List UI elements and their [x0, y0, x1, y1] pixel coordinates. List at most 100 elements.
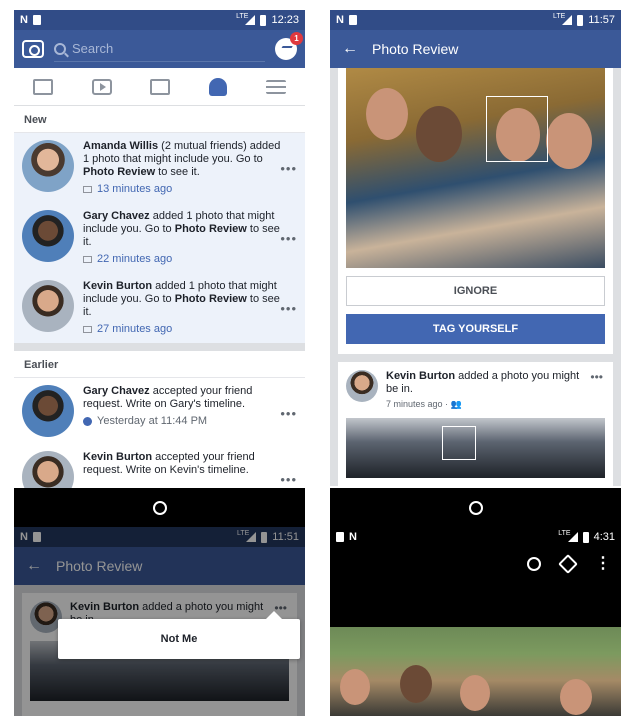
back-arrow-icon[interactable]: ← — [342, 40, 358, 58]
face — [400, 665, 432, 703]
photo-review-link: Photo Review — [174, 223, 247, 235]
status-bar: N LTE 12:23 — [14, 10, 305, 30]
face-tag-box[interactable] — [486, 96, 548, 162]
more-options-icon[interactable]: ••• — [280, 301, 297, 316]
menu-icon[interactable] — [265, 79, 286, 94]
section-earlier-label: Earlier — [14, 351, 305, 378]
news-feed-icon[interactable] — [33, 78, 54, 95]
post-time: 7 minutes ago — [386, 399, 443, 409]
group-photo — [346, 68, 605, 268]
mutual-friends: (2 mutual friends) — [158, 140, 247, 152]
clock: 4:31 — [593, 531, 615, 543]
clock: 11:57 — [588, 14, 615, 26]
photo-viewer-screen: N LTE 4:31 ⋮ — [330, 527, 621, 716]
notification-time: 13 minutes ago — [97, 183, 173, 195]
section-new-label: New — [14, 106, 305, 133]
friend-icon — [83, 417, 92, 426]
avatar — [22, 280, 74, 332]
full-photo — [330, 627, 621, 716]
review-card: IGNORE TAG YOURSELF — [338, 68, 613, 354]
notification-time: 22 minutes ago — [97, 253, 173, 265]
clock: 12:23 — [271, 14, 299, 26]
battery-icon — [260, 14, 267, 26]
status-bar: N LTE 4:31 — [330, 527, 621, 547]
photo-icon — [83, 326, 92, 333]
notification-time: 27 minutes ago — [97, 323, 173, 335]
photo-review-screen: N LTE 11:57 ← Photo Review IGNORE TAG YOU… — [330, 10, 621, 528]
sim-icon — [348, 15, 357, 25]
app-header: Search 1 — [14, 30, 305, 68]
notifications-bell-icon[interactable] — [209, 77, 228, 96]
carrier-icon: N — [336, 14, 344, 26]
notification-item[interactable]: Gary Chavez added 1 photo that might inc… — [14, 203, 305, 273]
more-options-icon[interactable]: ••• — [280, 161, 297, 176]
messenger-icon[interactable]: 1 — [275, 32, 303, 60]
face — [366, 88, 408, 140]
avatar — [22, 385, 74, 437]
face-tag-box[interactable] — [442, 426, 476, 460]
notification-time: Yesterday at 11:44 PM — [97, 415, 208, 427]
search-icon[interactable] — [527, 557, 541, 571]
search-input[interactable]: Search — [54, 36, 265, 62]
avatar — [346, 370, 378, 402]
more-options-icon[interactable]: ••• — [280, 472, 297, 487]
sim-icon — [32, 15, 41, 25]
more-options-icon[interactable]: ••• — [590, 370, 603, 384]
carrier-icon: N — [349, 531, 357, 543]
notification-name: Gary Chavez — [83, 210, 150, 222]
system-nav-bar — [330, 488, 621, 528]
more-options-icon[interactable]: ••• — [280, 231, 297, 246]
network-label: LTE — [558, 529, 571, 537]
carrier-icon: N — [20, 14, 28, 26]
ignore-button[interactable]: IGNORE — [346, 276, 605, 306]
not-me-screen: N LTE 11:51 ← Photo Review Kevin Burton a… — [14, 527, 305, 716]
home-button-icon[interactable] — [468, 501, 483, 515]
battery-icon — [577, 14, 584, 26]
network-label: LTE — [552, 12, 566, 20]
watch-icon[interactable] — [91, 78, 112, 95]
marketplace-icon[interactable] — [150, 78, 171, 95]
network-label: LTE — [236, 12, 249, 20]
avatar — [22, 140, 74, 192]
notification-item[interactable]: Gary Chavez accepted your friend request… — [14, 378, 305, 444]
tab-bar — [14, 68, 305, 106]
post-photo — [346, 418, 605, 478]
notification-item[interactable]: Amanda Willis (2 mutual friends) added 1… — [14, 133, 305, 203]
notification-name: Kevin Burton — [83, 280, 153, 292]
home-button-icon[interactable] — [152, 501, 167, 515]
post-card[interactable]: Kevin Burton added a photo you might be … — [338, 362, 613, 486]
face — [546, 113, 592, 169]
face — [460, 675, 490, 711]
notification-item[interactable]: Kevin Burton added 1 photo that might in… — [14, 273, 305, 343]
status-bar: N LTE 11:57 — [330, 10, 621, 30]
battery-icon — [582, 531, 589, 543]
photo-review-link: Photo Review — [174, 293, 247, 305]
notification-name: Amanda Willis — [83, 140, 159, 152]
notification-text: to see it. — [155, 166, 200, 178]
face — [340, 669, 370, 705]
photo-review-link: Photo Review — [83, 166, 156, 178]
tag-yourself-button[interactable]: TAG YOURSELF — [346, 314, 605, 344]
avatar — [22, 210, 74, 262]
post-author: Kevin Burton — [386, 370, 456, 382]
not-me-option[interactable]: Not Me — [58, 611, 300, 659]
photo-icon — [83, 256, 92, 263]
messenger-badge: 1 — [290, 32, 303, 45]
divider — [14, 343, 305, 351]
notification-name: Kevin Burton — [83, 451, 153, 463]
photo-icon — [83, 186, 92, 193]
sim-icon — [336, 532, 344, 542]
camera-icon[interactable] — [22, 40, 44, 58]
more-vert-icon[interactable]: ⋮ — [595, 556, 611, 572]
search-placeholder: Search — [72, 41, 114, 56]
notifications-screen: N LTE 12:23 Search 1 New Amanda Willis (2… — [14, 10, 305, 528]
system-nav-bar — [14, 488, 305, 528]
face — [560, 679, 592, 715]
page-title: Photo Review — [372, 41, 459, 57]
tag-icon[interactable] — [558, 554, 578, 574]
notification-name: Gary Chavez — [83, 385, 150, 397]
app-header: ← Photo Review — [330, 30, 621, 68]
face — [416, 106, 462, 162]
friends-audience-icon: 👥 — [450, 399, 462, 409]
more-options-icon[interactable]: ••• — [280, 406, 297, 421]
